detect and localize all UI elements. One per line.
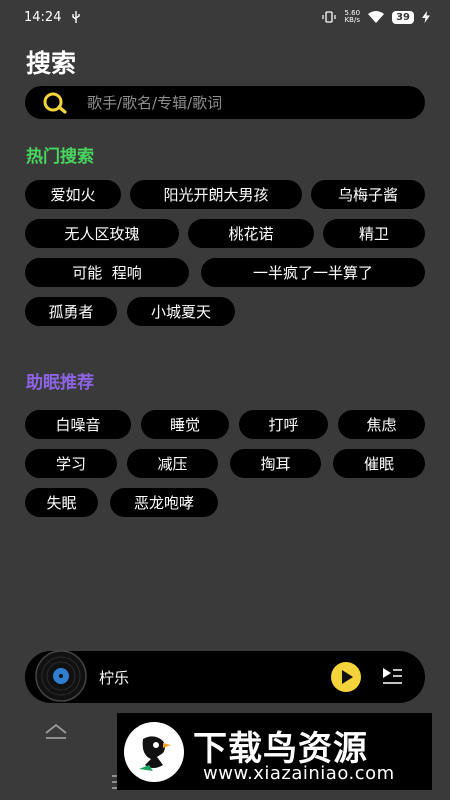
usb-icon	[72, 11, 81, 23]
hot-tag[interactable]: 爱如火	[25, 180, 121, 209]
hot-tag[interactable]: 孤勇者	[25, 297, 117, 326]
sleep-tag[interactable]: 减压	[127, 449, 218, 478]
sleep-tag[interactable]: 学习	[25, 449, 117, 478]
play-icon[interactable]	[331, 662, 361, 692]
watermark: 下载鸟资源 www.xiazainiao.com	[117, 713, 432, 790]
page-title: 搜索	[26, 49, 77, 78]
sleep-tag[interactable]: 失眠	[25, 488, 98, 517]
net-speed-unit: KB/s	[344, 16, 360, 24]
watermark-url: www.xiazainiao.com	[203, 763, 395, 784]
search-bar[interactable]: 歌手/歌名/专辑/歌词	[25, 86, 425, 119]
hot-tag[interactable]: 无人区玫瑰	[25, 219, 179, 248]
hot-tag[interactable]: 乌梅子酱	[311, 180, 425, 209]
chevron-up-icon[interactable]	[44, 722, 68, 740]
hot-tag[interactable]: 可能 程响	[25, 258, 189, 287]
hot-search-title: 热门搜索	[26, 147, 94, 167]
sleep-tag[interactable]: 焦虑	[338, 410, 425, 439]
sleep-tag[interactable]: 催眠	[333, 449, 425, 478]
charging-icon	[422, 11, 430, 23]
hot-tag[interactable]: 阳光开朗大男孩	[130, 180, 302, 209]
battery-badge: 39	[392, 10, 414, 24]
sleep-tag[interactable]: 掏耳	[230, 449, 321, 478]
sleep-aid-title: 助眠推荐	[26, 373, 94, 393]
hot-tag[interactable]: 桃花诺	[188, 219, 314, 248]
hot-tag[interactable]: 小城夏天	[127, 297, 235, 326]
sleep-tag[interactable]: 白噪音	[25, 410, 131, 439]
playlist-icon[interactable]	[381, 666, 403, 688]
hot-tag[interactable]: 精卫	[323, 219, 425, 248]
mini-player[interactable]: 柠乐	[25, 650, 425, 703]
sleep-tag[interactable]: 睡觉	[141, 410, 229, 439]
search-icon	[43, 92, 67, 114]
wifi-icon	[368, 11, 385, 23]
net-speed: 5.60 KB/s	[344, 10, 360, 24]
vibrate-icon	[322, 11, 337, 23]
bird-logo-icon	[124, 722, 184, 782]
vinyl-disc-icon[interactable]	[33, 650, 89, 702]
status-bar: 14:24 5.60 KB/s 39	[0, 0, 450, 34]
sleep-tag[interactable]: 打呼	[239, 410, 328, 439]
status-left: 14:24	[24, 10, 81, 25]
status-right: 5.60 KB/s 39	[322, 10, 430, 24]
search-input-placeholder[interactable]: 歌手/歌名/专辑/歌词	[87, 92, 222, 113]
sleep-tag[interactable]: 恶龙咆哮	[110, 488, 218, 517]
status-time: 14:24	[24, 9, 62, 25]
hot-tag[interactable]: 一半疯了一半算了	[201, 258, 425, 287]
player-track-title[interactable]: 柠乐	[99, 667, 129, 688]
